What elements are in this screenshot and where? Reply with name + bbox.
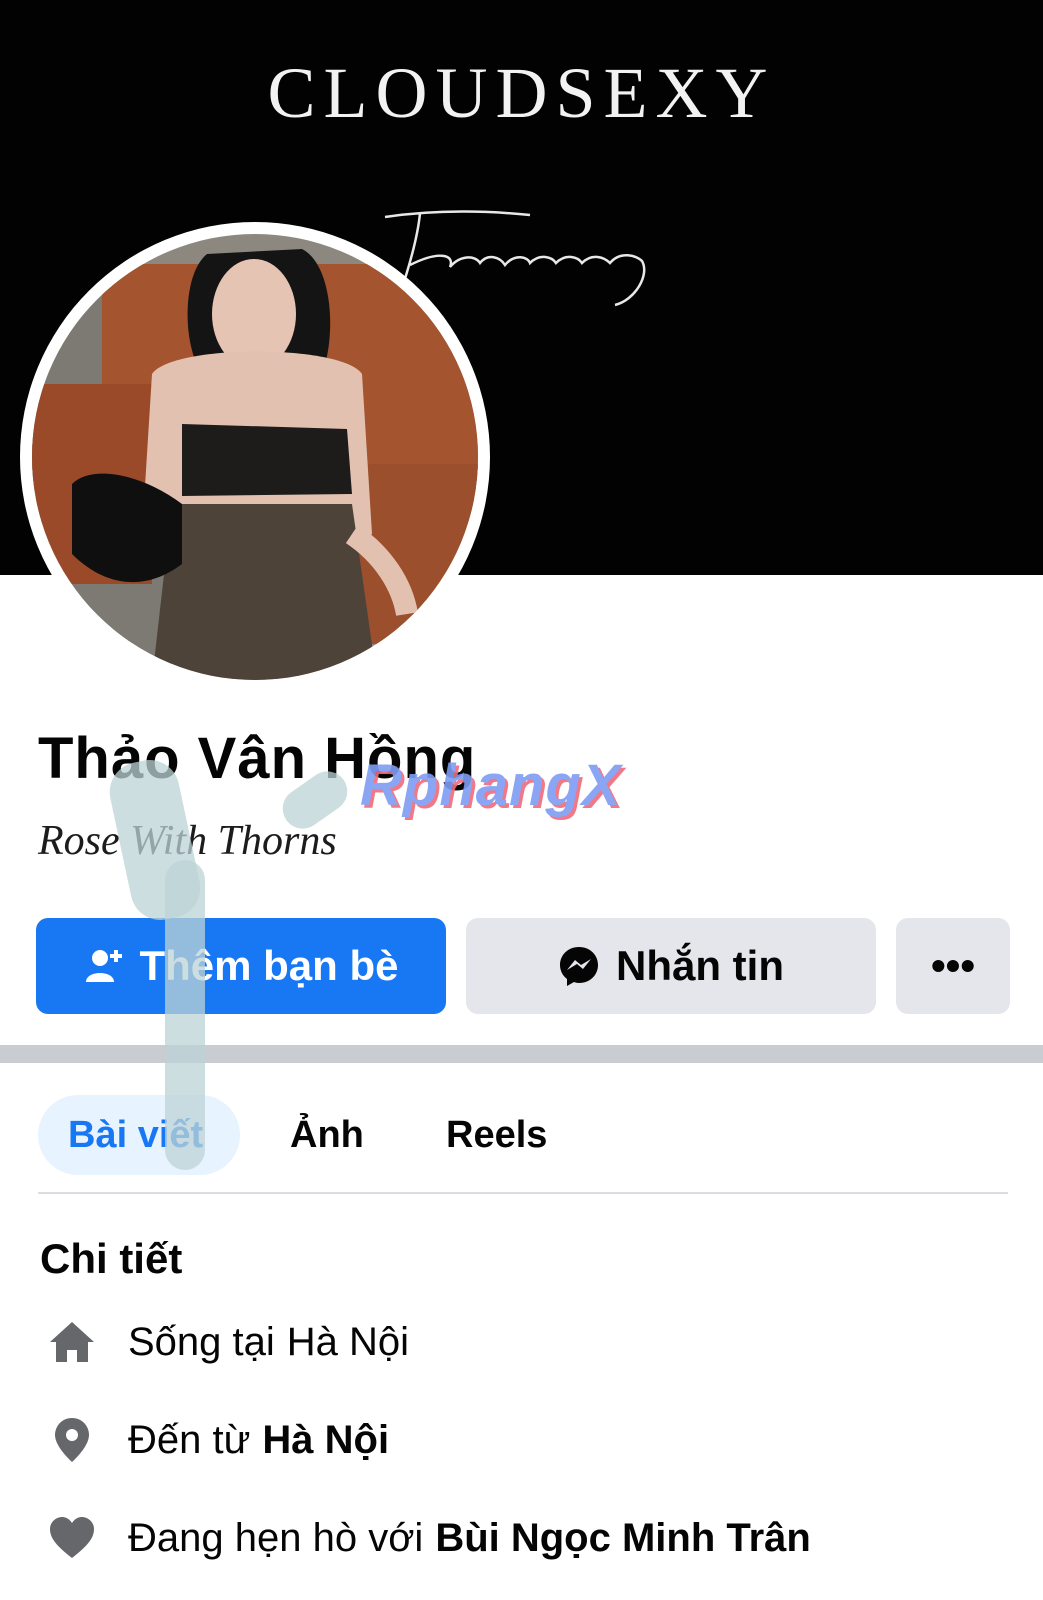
detail-from-value: Hà Nội (262, 1417, 390, 1462)
tab-reels[interactable]: Reels (446, 1095, 547, 1175)
detail-from-prefix: Đến từ (128, 1417, 251, 1462)
avatar[interactable] (32, 234, 478, 680)
message-label: Nhắn tin (616, 942, 784, 989)
detail-relationship: Đang hẹn hò với Bùi Ngọc Minh Trân (46, 1508, 811, 1568)
more-options-button[interactable]: ••• (896, 918, 1010, 1014)
message-button[interactable]: Nhắn tin (466, 918, 876, 1014)
location-pin-icon (46, 1416, 98, 1464)
cover-logo-text: CLOUDSEXY (267, 53, 776, 133)
tab-photos-label: Ảnh (290, 1113, 364, 1156)
detail-relationship-value: Bùi Ngọc Minh Trân (435, 1515, 811, 1560)
detail-from: Đến từ Hà Nội (46, 1410, 389, 1470)
add-friend-button[interactable]: Thêm bạn bè (36, 918, 446, 1014)
detail-lives-in-value: Hà Nội (286, 1319, 410, 1364)
avatar-photo (32, 234, 478, 680)
tab-reels-label: Reels (446, 1113, 548, 1156)
detail-relationship-prefix: Đang hẹn hò với (128, 1515, 424, 1560)
tab-photos[interactable]: Ảnh (290, 1095, 364, 1175)
messenger-icon (558, 945, 600, 987)
tabs-divider (38, 1192, 1008, 1194)
detail-lives-in: Sống tại Hà Nội (46, 1312, 409, 1372)
overlay-smudge (165, 860, 205, 1170)
heart-icon (46, 1516, 98, 1560)
details-title: Chi tiết (40, 1235, 183, 1282)
add-friend-icon (83, 946, 123, 986)
section-divider (0, 1045, 1043, 1063)
watermark-text: RphangX (360, 753, 622, 818)
tab-posts[interactable]: Bài viết (38, 1095, 240, 1175)
more-options-icon: ••• (930, 942, 976, 989)
home-icon (46, 1320, 98, 1364)
detail-lives-in-prefix: Sống tại (128, 1319, 275, 1364)
